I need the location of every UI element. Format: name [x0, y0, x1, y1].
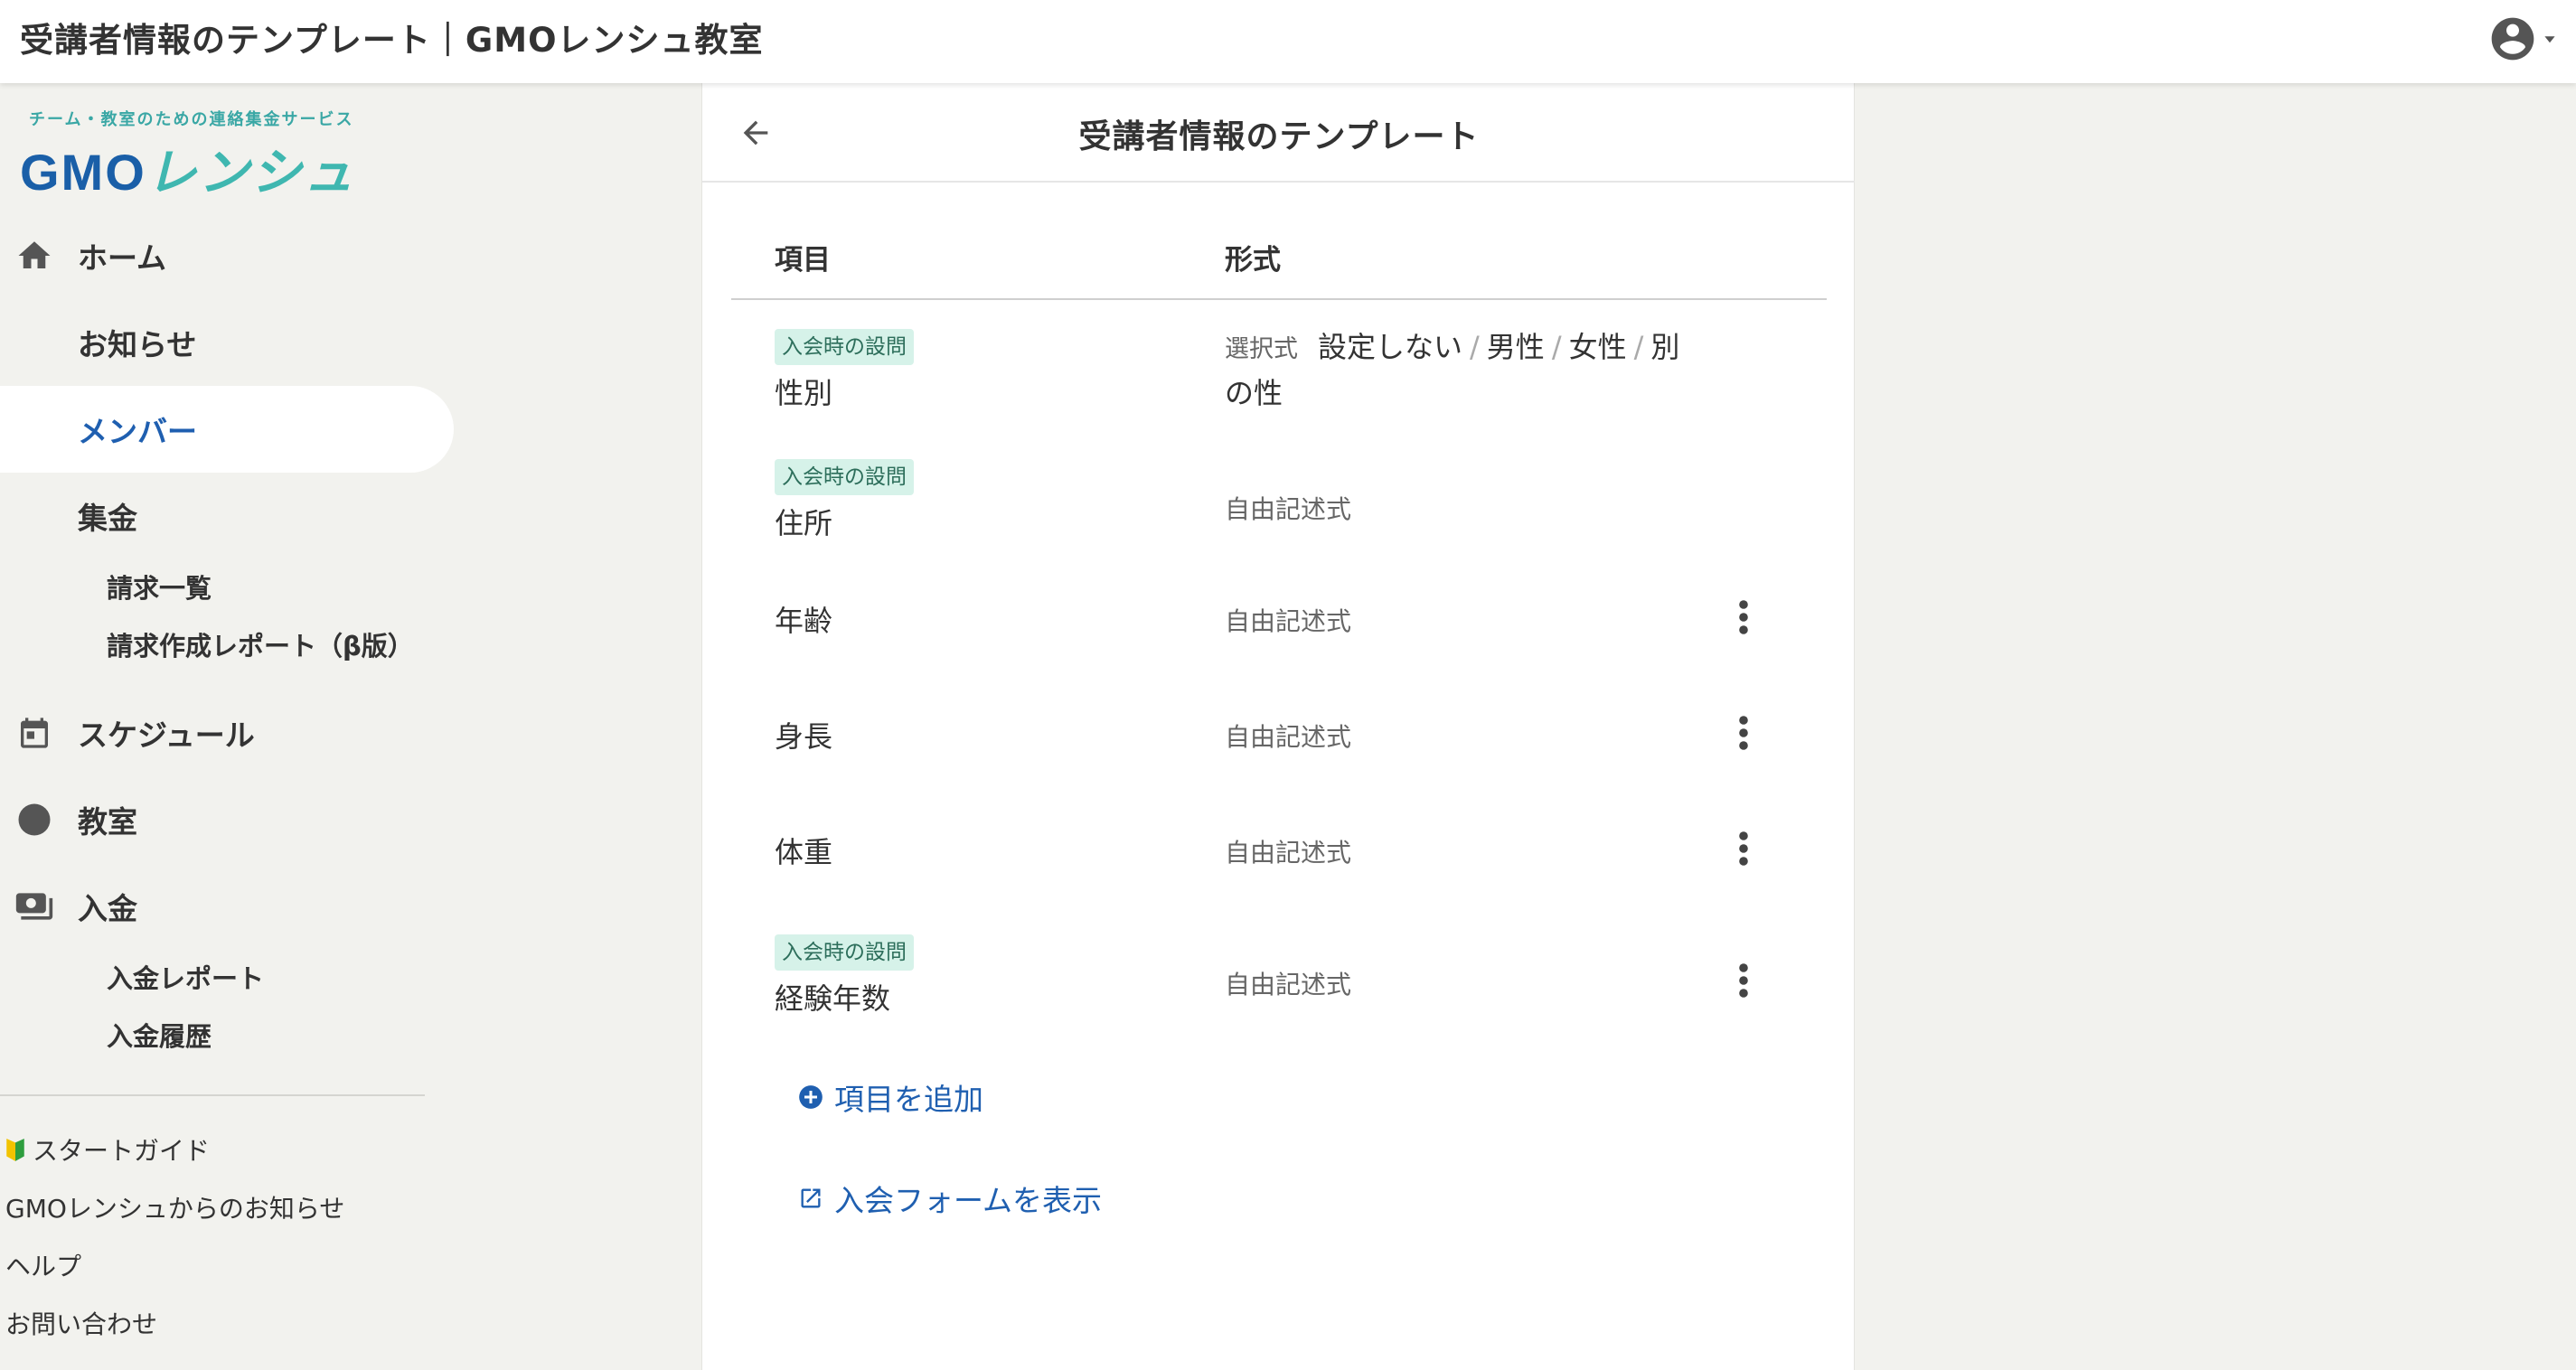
- row-menu-button[interactable]: [1725, 710, 1762, 755]
- add-circle-icon: [799, 1085, 823, 1109]
- row-format: 自由記述式: [1225, 606, 1352, 636]
- logo-tagline: チーム・教室のための連絡集金サービス: [29, 110, 354, 129]
- sidebar-subitem-deposit-report[interactable]: 入金レポート: [107, 959, 264, 999]
- add-item-label: 項目を追加: [834, 1082, 983, 1117]
- choice-format: 選択式 設定しない / 男性 / 女性 / 別の性: [1225, 325, 1695, 415]
- sidebar-subitem-deposit-history[interactable]: 入金履歴: [107, 1017, 212, 1056]
- sidebar-item-home[interactable]: ホーム: [0, 212, 454, 299]
- choice-separator: /: [1470, 330, 1480, 364]
- choice-option: 女性: [1568, 330, 1627, 364]
- sidebar-item-classroom[interactable]: 教室: [0, 776, 454, 863]
- show-join-form-label: 入会フォームを表示: [834, 1183, 1103, 1218]
- more-vert-icon: [1739, 963, 1748, 998]
- row-format: 自由記述式: [1225, 722, 1352, 752]
- column-header-item: 項目: [775, 244, 831, 277]
- top-app-bar: 受講者情報のテンプレート｜GMOレンシュ教室: [0, 0, 2576, 83]
- panel-header: 受講者情報のテンプレート: [702, 83, 1856, 183]
- start-guide-label: スタートガイド: [33, 1136, 211, 1166]
- calendar-icon: [14, 713, 54, 753]
- join-question-badge: 入会時の設問: [775, 934, 914, 971]
- more-vert-icon: [1739, 831, 1748, 866]
- logo-brand-kana: レンシュ: [146, 144, 356, 202]
- sidebar-item-label: お知らせ: [78, 327, 197, 362]
- start-guide-link[interactable]: スタートガイド: [5, 1131, 210, 1171]
- row-format: 自由記述式: [1225, 838, 1352, 868]
- arrow-back-icon: [743, 120, 768, 145]
- sidebar-divider: [0, 1094, 425, 1096]
- row-format: 自由記述式: [1225, 970, 1352, 999]
- sidebar-item-label: メンバー: [78, 414, 197, 449]
- sidebar-item-deposit[interactable]: 入金: [0, 863, 454, 950]
- join-question-badge: 入会時の設問: [775, 459, 914, 495]
- choice-separator: /: [1551, 330, 1562, 364]
- window-title: 受講者情報のテンプレート｜GMOレンシュ教室: [20, 21, 764, 60]
- table-header-divider: [731, 298, 1827, 300]
- account-circle-icon: [2491, 17, 2534, 61]
- column-header-format: 形式: [1225, 244, 1281, 277]
- sidebar-item-label: ホーム: [78, 240, 167, 276]
- row-label: 経験年数: [775, 981, 891, 1016]
- show-join-form-link[interactable]: 入会フォームを表示: [798, 1177, 1102, 1220]
- add-item-button[interactable]: 項目を追加: [798, 1075, 983, 1119]
- account-menu-button[interactable]: [2466, 7, 2556, 70]
- row-label: 年齢: [775, 604, 833, 638]
- beginner-mark-icon: [6, 1139, 24, 1161]
- sidebar-item-notices[interactable]: お知らせ: [0, 299, 454, 386]
- content-background: [1855, 83, 2576, 1370]
- sidebar-item-members[interactable]: メンバー: [0, 386, 454, 473]
- sidebar-item-label: スケジュール: [78, 718, 255, 753]
- choice-separator: /: [1633, 330, 1644, 364]
- row-label: 身長: [775, 719, 833, 754]
- more-vert-icon: [1739, 600, 1748, 634]
- choice-option: 設定しない: [1318, 330, 1463, 364]
- sidebar-item-label: 教室: [78, 804, 137, 840]
- sidebar-subitem-invoice-list[interactable]: 請求一覧: [107, 568, 212, 608]
- row-label: 体重: [775, 835, 833, 869]
- sidebar-item-schedule[interactable]: スケジュール: [0, 690, 454, 776]
- row-menu-button[interactable]: [1725, 595, 1762, 640]
- logo-brand-latin: GMO: [20, 144, 146, 201]
- back-button[interactable]: [733, 110, 778, 155]
- row-label: 住所: [775, 506, 833, 540]
- row-format: 自由記述式: [1225, 494, 1352, 524]
- template-panel: 受講者情報のテンプレート 項目 形式 入会時の設問 性別 選択式 設定しない / 男性…: [701, 83, 1856, 1370]
- gmo-news-link[interactable]: GMOレンシュからのお知らせ: [5, 1189, 344, 1229]
- join-question-badge: 入会時の設問: [775, 329, 914, 365]
- sidebar-subitem-invoice-report[interactable]: 請求作成レポート（β版）: [107, 626, 414, 666]
- row-label: 性別: [775, 376, 833, 410]
- more-vert-icon: [1739, 716, 1748, 750]
- sidebar: チーム・教室のための連絡集金サービス GMOレンシュ ホーム お知らせ メンバー…: [0, 83, 701, 1370]
- page-title: 受講者情報のテンプレート: [1078, 118, 1480, 155]
- row-menu-button[interactable]: [1725, 826, 1762, 871]
- help-link[interactable]: ヘルプ: [5, 1247, 81, 1287]
- gmo-renshu-logo[interactable]: チーム・教室のための連絡集金サービス GMOレンシュ: [20, 107, 363, 202]
- open-in-new-icon: [801, 1188, 821, 1208]
- money-icon: [14, 887, 54, 926]
- choice-option: 男性: [1486, 330, 1545, 364]
- contact-link[interactable]: お問い合わせ: [5, 1305, 157, 1345]
- sidebar-item-billing[interactable]: 集金: [0, 473, 454, 559]
- sidebar-item-label: 集金: [78, 501, 137, 536]
- sidebar-item-label: 入金: [78, 891, 137, 926]
- circle-icon: [14, 800, 54, 840]
- caret-down-icon: [2544, 36, 2555, 43]
- logo-wordmark: GMOレンシュ: [20, 132, 356, 205]
- row-menu-button[interactable]: [1725, 958, 1762, 1003]
- format-kind: 選択式: [1225, 335, 1298, 363]
- home-icon: [14, 236, 54, 276]
